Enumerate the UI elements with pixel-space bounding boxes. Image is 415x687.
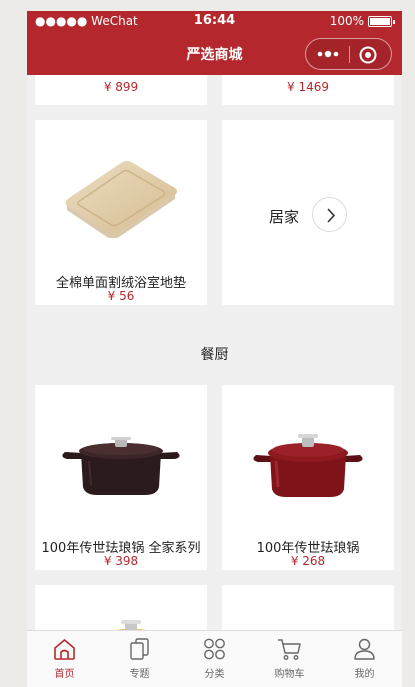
tab-profile[interactable]: 我的 [327,631,402,687]
product-price: ¥ 1469 [287,80,329,94]
status-bar: ●●●●● WeChat 16:44 100% [27,11,402,31]
product-image [62,437,180,495]
section-header: 餐厨 [27,327,402,377]
tab-label: 购物车 [274,669,305,680]
tab-topic[interactable]: 专题 [102,631,177,687]
category-more-card[interactable]: 居家 [222,120,394,305]
profile-icon [354,638,375,660]
tab-cart[interactable]: 购物车 [252,631,327,687]
tab-label: 首页 [54,669,75,680]
miniprogram-capsule [305,38,392,70]
battery-icon [368,16,395,27]
product-image [115,620,147,630]
scroll-content[interactable]: ¥ 899 ¥ 1469 全棉单面割绒浴室地垫 ¥ 56 居家 餐厨 100年传… [27,75,402,630]
product-price: ¥ 268 [290,554,326,568]
product-image [253,434,363,497]
category-more-label: 居家 [269,208,300,226]
battery-percent: 100% [329,14,364,28]
product-card[interactable] [35,585,207,630]
product-card[interactable]: ¥ 899 [35,75,207,105]
product-card[interactable] [222,585,394,630]
product-image [65,161,177,238]
product-price: ¥ 56 [107,289,135,303]
cart-icon [278,639,301,660]
section-title: 餐厨 [200,347,229,363]
topic-icon [130,638,149,660]
home-icon [54,639,75,660]
nav-bar: 严选商城 [27,31,402,75]
close-miniprogram-icon[interactable] [358,45,378,65]
tab-bar: 首页 专题 分类 购物车 我的 [27,630,402,687]
product-card[interactable]: 全棉单面割绒浴室地垫 ¥ 56 [35,120,207,305]
chevron-right-icon[interactable] [312,197,347,232]
phone-screen: ●●●●● WeChat 16:44 100% 严选商城 ¥ 899 ¥ 146… [27,11,402,687]
tab-home[interactable]: 首页 [27,631,102,687]
tab-label: 我的 [354,669,375,680]
tab-label: 分类 [204,669,225,680]
tab-label: 专题 [129,669,150,680]
capsule-divider [349,46,350,63]
product-card[interactable]: 100年传世珐琅锅 全家系列 ¥ 398 [35,385,207,570]
product-price: ¥ 398 [103,554,139,568]
product-card[interactable]: 100年传世珐琅锅 ¥ 268 [222,385,394,570]
tab-category[interactable]: 分类 [177,631,252,687]
more-icon[interactable] [315,47,341,61]
product-price: ¥ 899 [103,80,139,94]
category-icon [204,638,225,660]
product-card[interactable]: ¥ 1469 [222,75,394,105]
